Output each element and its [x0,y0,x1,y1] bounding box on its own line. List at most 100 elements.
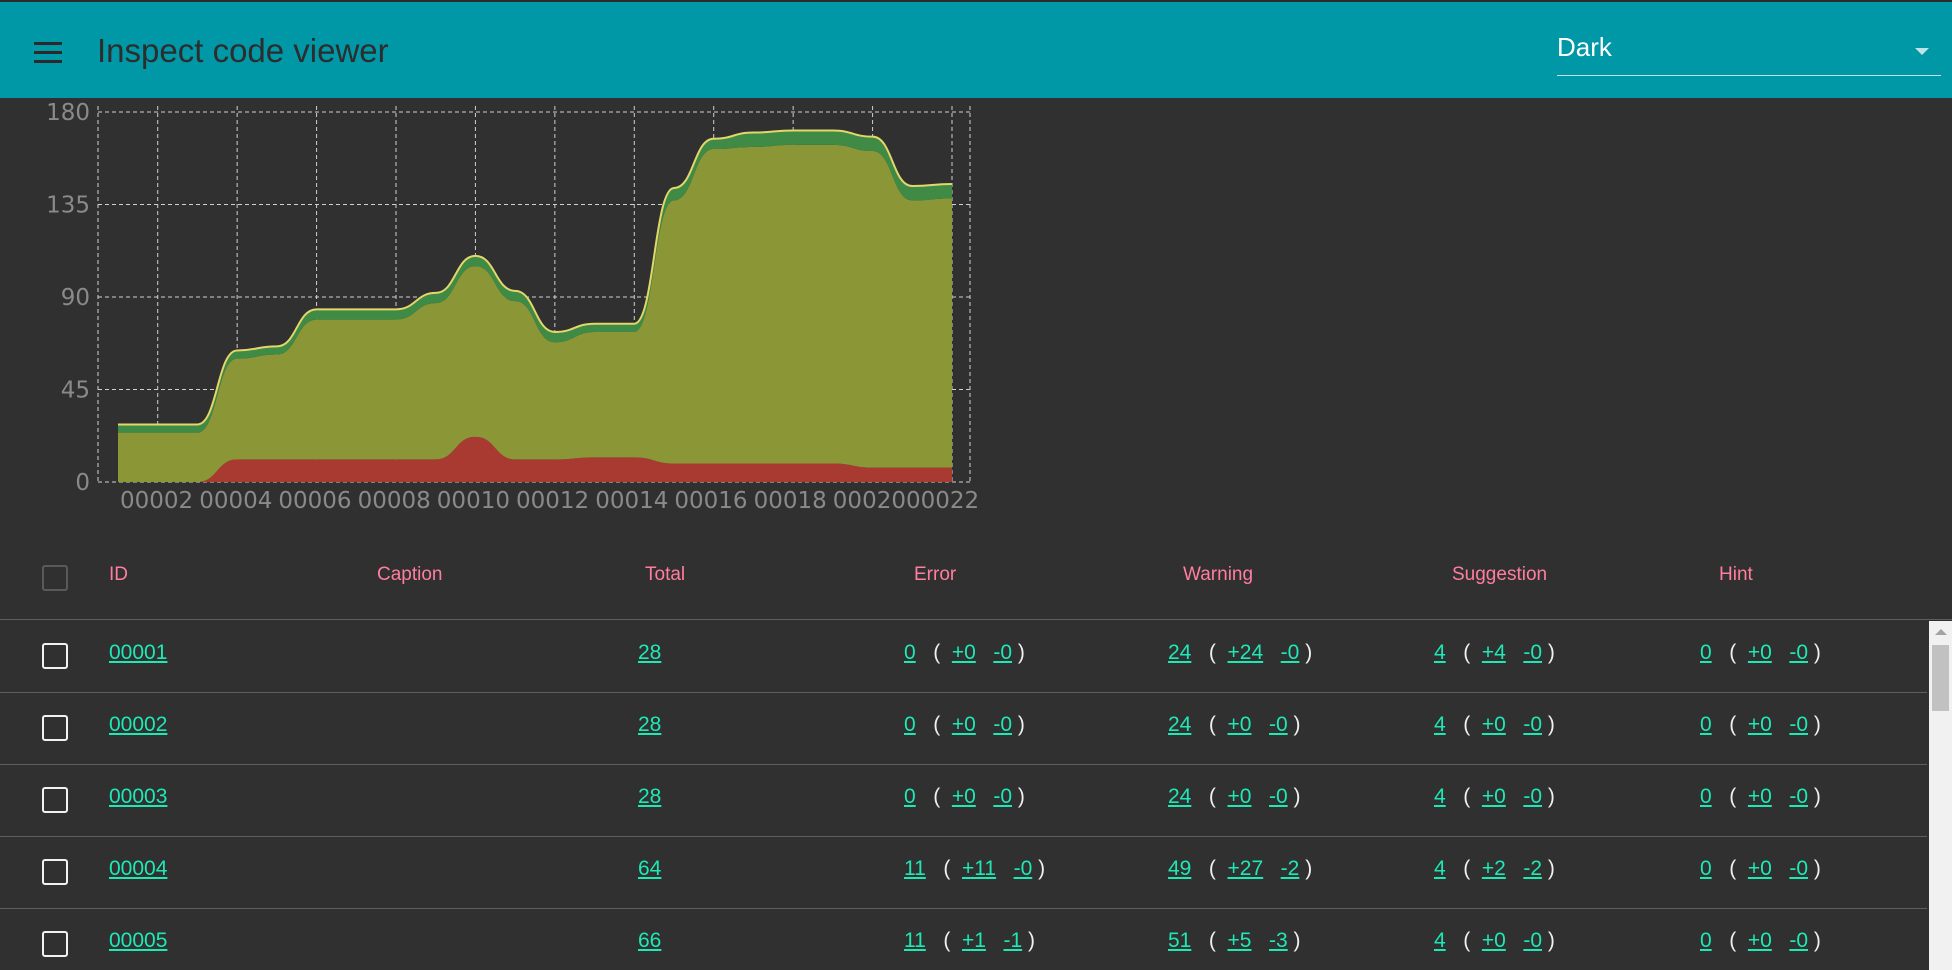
warning-added-link[interactable]: +5 [1228,929,1252,952]
error-removed-link[interactable]: -0 [1014,857,1033,880]
hint-added-link[interactable]: +0 [1748,641,1772,664]
theme-select[interactable]: Dark [1557,32,1941,76]
hint-added-link[interactable]: +0 [1748,857,1772,880]
separator [976,641,994,664]
row-id-link[interactable]: 00003 [109,785,167,809]
hint-removed-link[interactable]: -0 [1789,929,1808,952]
warning-added-link[interactable]: +0 [1228,785,1252,808]
suggestion-added-link[interactable]: +0 [1482,785,1506,808]
row-checkbox[interactable] [42,787,68,813]
suggestion-added-link[interactable]: +0 [1482,713,1506,736]
error-count-link[interactable]: 0 [904,713,916,736]
error-removed-link[interactable]: -0 [993,713,1012,736]
row-id-link[interactable]: 00001 [109,641,167,665]
hint-removed-link[interactable]: -0 [1789,713,1808,736]
warning-count-link[interactable]: 24 [1168,785,1191,808]
hint-count-link[interactable]: 0 [1700,929,1712,952]
row-checkbox[interactable] [42,931,68,957]
suggestion-count-link[interactable]: 4 [1434,641,1446,664]
warning-removed-link[interactable]: -2 [1281,857,1300,880]
error-added-link[interactable]: +11 [962,857,996,880]
row-checkbox[interactable] [42,715,68,741]
error-count-link[interactable]: 11 [904,857,926,880]
row-checkbox[interactable] [42,859,68,885]
menu-icon[interactable] [34,42,62,64]
chart-areas [117,129,953,482]
separator [1251,785,1269,808]
warning-count-link[interactable]: 24 [1168,641,1191,664]
error-added-link[interactable]: +0 [952,785,976,808]
row-total-link[interactable]: 28 [638,785,661,809]
suggestion-removed-link[interactable]: -0 [1523,641,1542,664]
hint-added-link[interactable]: +0 [1748,713,1772,736]
scroll-thumb[interactable] [1932,645,1949,711]
column-header-caption[interactable]: Caption [377,564,443,586]
column-header-suggestion[interactable]: Suggestion [1452,564,1547,586]
error-count-link[interactable]: 0 [904,785,916,808]
hint-cell: 0 ( +0 -0 ) [1700,857,1821,881]
error-added-link[interactable]: +0 [952,713,976,736]
suggestion-removed-link[interactable]: -0 [1523,785,1542,808]
hint-count-link[interactable]: 0 [1700,785,1712,808]
column-header-total[interactable]: Total [645,564,685,586]
hint-count-link[interactable]: 0 [1700,641,1712,664]
hint-removed-link[interactable]: -0 [1789,857,1808,880]
row-checkbox[interactable] [42,643,68,669]
warning-count-link[interactable]: 24 [1168,713,1191,736]
error-added-link[interactable]: +0 [952,641,976,664]
separator [1506,641,1524,664]
paren-close: ) [1808,641,1821,664]
row-id-link[interactable]: 00005 [109,929,167,953]
error-removed-link[interactable]: -1 [1003,929,1022,952]
row-total-link[interactable]: 28 [638,641,661,665]
warning-removed-link[interactable]: -0 [1281,641,1300,664]
select-all-checkbox[interactable] [42,565,68,591]
suggestion-count-link[interactable]: 4 [1434,857,1446,880]
hint-removed-link[interactable]: -0 [1789,641,1808,664]
warning-count-link[interactable]: 49 [1168,857,1191,880]
hint-added-link[interactable]: +0 [1748,785,1772,808]
warning-added-link[interactable]: +24 [1228,641,1264,664]
row-total-link[interactable]: 64 [638,857,661,881]
error-count-link[interactable]: 11 [904,929,926,952]
hint-added-link[interactable]: +0 [1748,929,1772,952]
warning-removed-link[interactable]: -0 [1269,785,1288,808]
suggestion-removed-link[interactable]: -2 [1523,857,1542,880]
warning-removed-link[interactable]: -3 [1269,929,1288,952]
warning-added-link[interactable]: +27 [1228,857,1264,880]
warning-count-link[interactable]: 51 [1168,929,1191,952]
suggestion-count-link[interactable]: 4 [1434,929,1446,952]
x-tick-label: 00008 [358,488,431,514]
warning-removed-link[interactable]: -0 [1269,713,1288,736]
suggestion-added-link[interactable]: +4 [1482,641,1506,664]
row-total-link[interactable]: 66 [638,929,661,953]
suggestion-added-link[interactable]: +2 [1482,857,1506,880]
separator [1506,857,1524,880]
suggestion-removed-link[interactable]: -0 [1523,929,1542,952]
column-header-error[interactable]: Error [914,564,956,586]
paren-open: ( [915,713,952,736]
column-header-warning[interactable]: Warning [1183,564,1253,586]
error-removed-link[interactable]: -0 [993,785,1012,808]
column-header-hint[interactable]: Hint [1719,564,1753,586]
suggestion-count-link[interactable]: 4 [1434,713,1446,736]
row-id-link[interactable]: 00002 [109,713,167,737]
suggestion-removed-link[interactable]: -0 [1523,713,1542,736]
error-removed-link[interactable]: -0 [993,641,1012,664]
suggestion-added-link[interactable]: +0 [1482,929,1506,952]
hint-removed-link[interactable]: -0 [1789,785,1808,808]
warning-added-link[interactable]: +0 [1228,713,1252,736]
suggestion-count-link[interactable]: 4 [1434,785,1446,808]
paren-open: ( [1711,857,1748,880]
column-header-id[interactable]: ID [109,564,128,586]
row-total-link[interactable]: 28 [638,713,661,737]
hint-count-link[interactable]: 0 [1700,713,1712,736]
hint-count-link[interactable]: 0 [1700,857,1712,880]
error-count-link[interactable]: 0 [904,641,916,664]
error-added-link[interactable]: +1 [962,929,986,952]
table-scrollbar[interactable] [1929,621,1952,970]
table-row: 00002 28 0 ( +0 -0 ) 24 ( +0 -0 ) 4 ( +0 -0 … [0,693,1927,765]
separator [1251,929,1269,952]
scroll-up-icon[interactable] [1935,629,1947,635]
row-id-link[interactable]: 00004 [109,857,167,881]
